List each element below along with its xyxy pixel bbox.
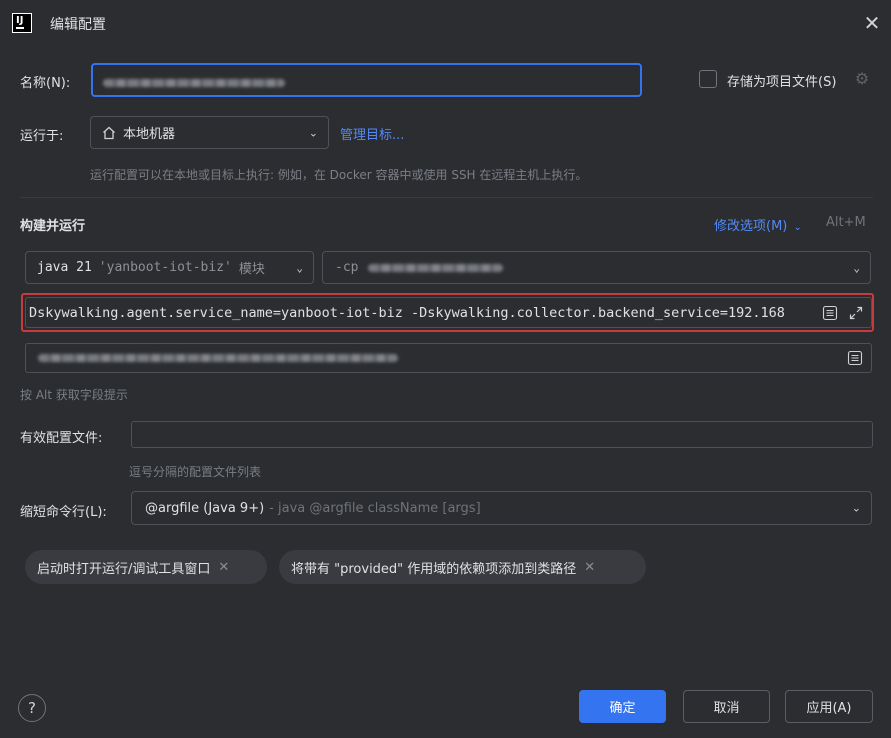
classpath-prefix: -cp <box>335 260 359 275</box>
help-button[interactable]: ? <box>18 694 46 722</box>
jdk-module: 'yanboot-iot-biz' <box>98 260 232 275</box>
chevron-down-icon: ⌄ <box>853 261 860 274</box>
close-icon[interactable]: ✕ <box>861 12 883 34</box>
modify-options-link[interactable]: 修改选项(M) ⌄ <box>714 215 802 234</box>
divider <box>20 197 873 198</box>
chevron-down-icon: ⌄ <box>308 126 318 139</box>
run-on-value: 本地机器 <box>123 127 176 142</box>
jdk-keyword: java 21 <box>37 260 92 275</box>
run-on-select[interactable]: 本地机器 ⌄ <box>90 116 329 149</box>
chip-open-run-debug-window[interactable]: 启动时打开运行/调试工具窗口 ✕ <box>25 550 267 584</box>
vm-options-input[interactable]: Dskywalking.agent.service_name=yanboot-i… <box>21 293 874 332</box>
close-icon[interactable]: ✕ <box>584 560 595 575</box>
main-class-value-blurred <box>38 354 398 362</box>
modify-options-label: 修改选项(M) <box>714 219 788 234</box>
chip-label: 将带有 "provided" 作用域的依赖项添加到类路径 <box>291 561 577 577</box>
jdk-module-suffix: 模块 <box>238 262 265 277</box>
main-class-input[interactable]: com.yanboot.iot.YanbootIotBizApplication <box>25 343 872 373</box>
shorten-command-select[interactable]: @argfile (Java 9+) - java @argfile class… <box>131 491 872 525</box>
intellij-logo-icon: IJ <box>12 13 32 33</box>
store-as-project-file-checkbox[interactable] <box>699 70 717 88</box>
run-on-label: 运行于: <box>20 129 64 144</box>
list-icon[interactable] <box>822 305 838 321</box>
run-on-hint: 运行配置可以在本地或目标上执行: 例如，在 Docker 容器中或使用 SSH … <box>90 168 588 182</box>
modify-options-shortcut: Alt+M <box>826 215 866 230</box>
dialog-title: 编辑配置 <box>50 17 106 33</box>
chip-add-provided-scope[interactable]: 将带有 "provided" 作用域的依赖项添加到类路径 ✕ <box>279 550 646 584</box>
name-label: 名称(N): <box>20 76 71 91</box>
ok-button[interactable]: 确定 <box>579 690 666 723</box>
chevron-down-icon: ⌄ <box>793 222 802 233</box>
jdk-select[interactable]: java 21 'yanboot-iot-biz' 模块 ⌄ <box>25 251 314 284</box>
active-profiles-hint: 逗号分隔的配置文件列表 <box>129 465 262 479</box>
name-input[interactable]: yanboot-iot-biz <box>91 63 642 97</box>
build-run-title: 构建并运行 <box>20 219 86 234</box>
store-as-project-file-label: 存储为项目文件(S) <box>727 75 837 90</box>
gear-icon[interactable]: ⚙ <box>853 70 871 88</box>
name-value-blurred <box>103 79 285 87</box>
home-icon <box>103 126 115 139</box>
shorten-command-label: 缩短命令行(L): <box>20 505 107 520</box>
close-icon[interactable]: ✕ <box>218 560 229 575</box>
chevron-down-icon: ⌄ <box>851 501 861 515</box>
chevron-down-icon: ⌄ <box>296 261 303 274</box>
active-profiles-label: 有效配置文件: <box>20 431 103 446</box>
active-profiles-input[interactable] <box>131 421 873 448</box>
apply-button[interactable]: 应用(A) <box>785 690 873 723</box>
chip-label: 启动时打开运行/调试工具窗口 <box>37 561 211 577</box>
classpath-value-blurred <box>368 263 504 272</box>
manage-targets-link[interactable]: 管理目标... <box>340 124 404 143</box>
cancel-button[interactable]: 取消 <box>683 690 770 723</box>
list-icon[interactable] <box>847 350 863 366</box>
alt-hint: 按 Alt 获取字段提示 <box>20 388 128 402</box>
expand-icon[interactable] <box>848 305 864 321</box>
vm-options-value: Dskywalking.agent.service_name=yanboot-i… <box>29 304 785 321</box>
shorten-command-description: - java @argfile className [args] <box>269 500 481 516</box>
shorten-command-value: @argfile (Java 9+) <box>145 500 265 516</box>
classpath-select[interactable]: -cp yanboot-iot-biz ⌄ <box>322 251 871 284</box>
